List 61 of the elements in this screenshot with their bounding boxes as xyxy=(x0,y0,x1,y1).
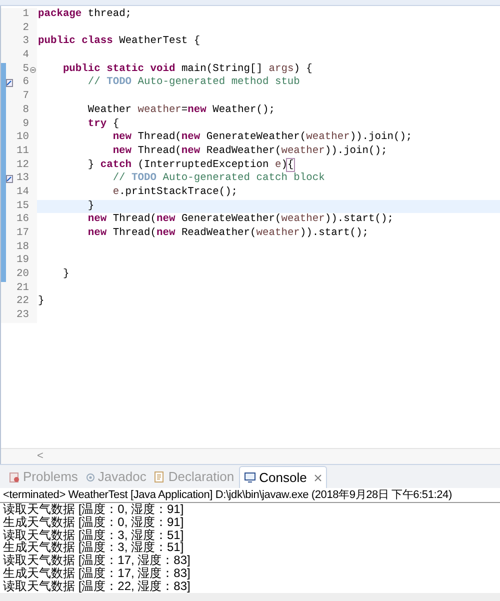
line-number: 5 xyxy=(22,62,29,76)
console-line: 读取天气数据 [温度：17, 湿度：83] xyxy=(3,554,192,567)
view-tab[interactable]: Javadoc xyxy=(82,466,150,488)
close-icon[interactable] xyxy=(314,474,322,482)
view-tab[interactable]: Declaration xyxy=(151,466,238,488)
monitor-icon xyxy=(244,472,256,483)
line-number: 15 xyxy=(16,200,29,214)
code-line: Weather weather=new Weather(); xyxy=(86,104,275,116)
view-tab[interactable]: Problems xyxy=(6,466,81,488)
line-number: 11 xyxy=(16,144,29,159)
code-line: public class WeatherTest { xyxy=(38,35,200,48)
line-number: 21 xyxy=(16,282,29,296)
line-number: 18 xyxy=(16,240,29,254)
line-number: 4 xyxy=(22,49,29,63)
line-number: 13 xyxy=(16,172,29,186)
code-line: } xyxy=(86,200,94,212)
view-tab[interactable]: Console xyxy=(239,466,327,488)
console-line: 读取天气数据 [温度：0, 湿度：91] xyxy=(3,503,185,516)
tab-label: Problems xyxy=(23,468,78,486)
line-number: 1 xyxy=(22,8,29,22)
console-header: <terminated> WeatherTest [Java Application] D:\jdk\bin\javaw.exe (2018年9月28日 下午6:51:24) xyxy=(0,488,500,503)
code-line: try { xyxy=(86,118,120,130)
problems-icon xyxy=(9,472,20,482)
line-number: 7 xyxy=(22,90,29,104)
scroll-left-arrow[interactable]: < xyxy=(37,448,44,465)
code-line: public static void main(String[] args) { xyxy=(62,62,312,75)
tab-label: Javadoc xyxy=(98,468,146,486)
line-number: 20 xyxy=(16,268,29,282)
code-line: // TODO Auto-generated catch block xyxy=(112,172,325,184)
line-number: 3 xyxy=(22,35,29,50)
collapse-icon[interactable] xyxy=(30,66,36,73)
console-line: 生成天气数据 [温度：0, 湿度：91] xyxy=(3,516,185,529)
code-line: new Thread(new GenerateWeather(weather)).start(); xyxy=(86,213,394,226)
tab-label: Console xyxy=(259,468,307,487)
line-number: 2 xyxy=(22,22,29,36)
code-line: e.printStackTrace(); xyxy=(112,186,238,198)
line-number: 10 xyxy=(16,131,29,145)
code-line: package thread; xyxy=(38,8,132,20)
line-number: 16 xyxy=(16,213,29,227)
tab-label: Declaration xyxy=(168,468,234,486)
console-line: 读取天气数据 [温度：22, 湿度：83] xyxy=(3,580,192,593)
console-line: 生成天气数据 [温度：17, 湿度：83] xyxy=(3,566,192,580)
code-line: } xyxy=(38,295,44,308)
line-number: 12 xyxy=(16,158,29,172)
line-number: 17 xyxy=(16,227,29,241)
code-line: new Thread(new ReadWeather(weather)).join(); xyxy=(112,144,388,157)
console-line: 生成天气数据 [温度：3, 湿度：51] xyxy=(3,541,185,554)
code-line: new Thread(new ReadWeather(weather)).start(); xyxy=(86,227,369,239)
code-line: // TODO Auto-generated method stub xyxy=(86,76,300,88)
code-line: new Thread(new GenerateWeather(weather)).join(); xyxy=(112,131,412,144)
line-number: 23 xyxy=(16,309,29,323)
line-number: 9 xyxy=(22,118,29,132)
code-line: } catch (InterruptedException e){ xyxy=(86,158,294,171)
line-number: 6 xyxy=(22,76,29,90)
line-number: 22 xyxy=(16,295,29,310)
line-number: 8 xyxy=(22,104,29,118)
code-line: } xyxy=(62,268,70,280)
line-number: 19 xyxy=(16,254,29,268)
document-icon xyxy=(154,471,166,483)
line-number: 14 xyxy=(16,186,29,200)
console-line: 读取天气数据 [温度：3, 湿度：51] xyxy=(3,528,185,542)
